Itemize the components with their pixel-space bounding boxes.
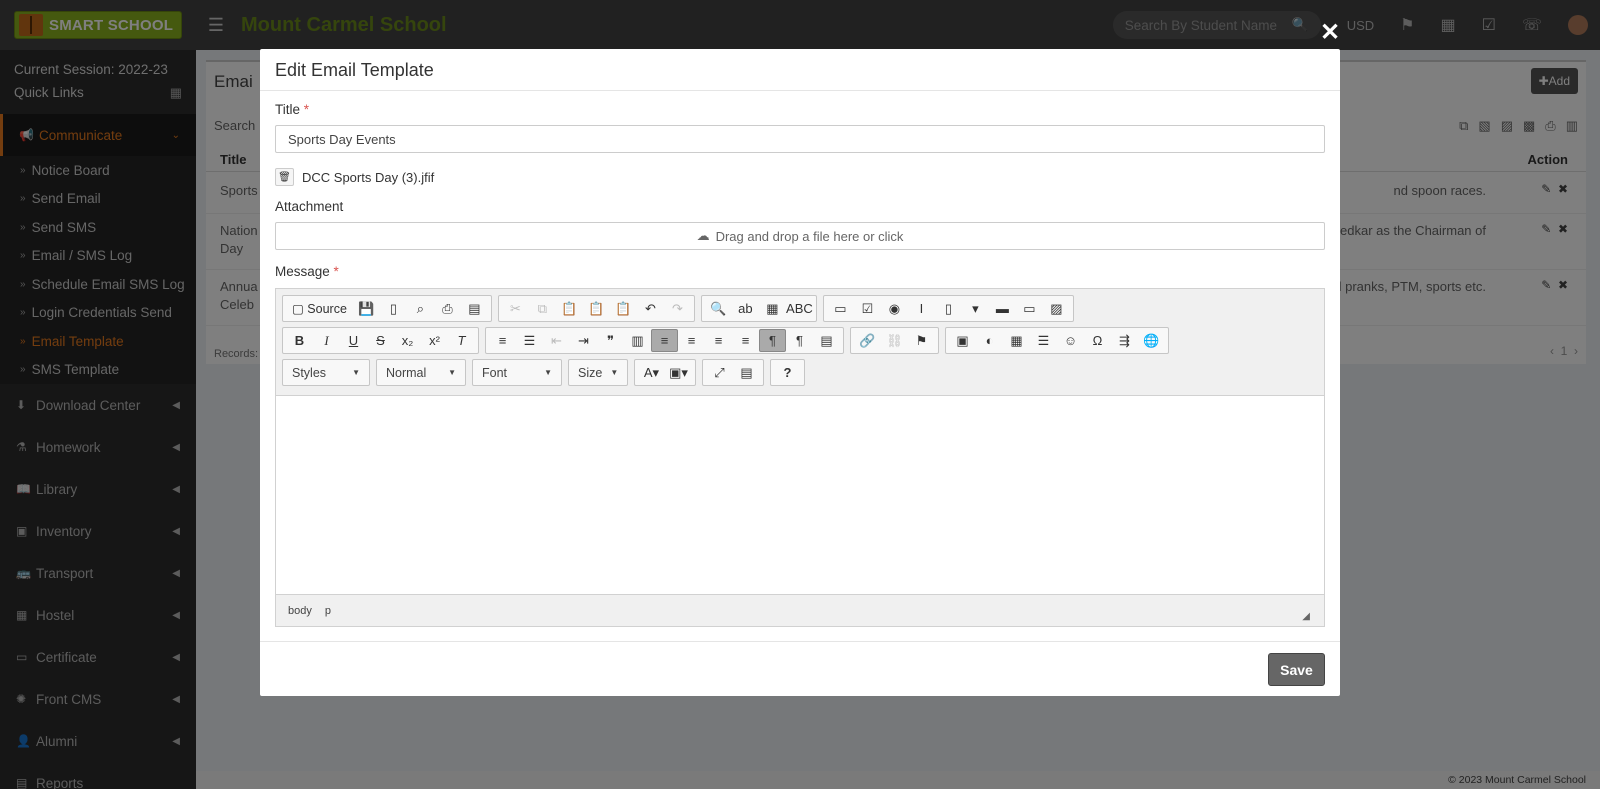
- new-page-icon[interactable]: ▯: [380, 297, 407, 320]
- title-label: Title *: [275, 102, 310, 117]
- align-left-icon[interactable]: ≡: [651, 329, 678, 352]
- source-button[interactable]: ▢ Source: [286, 297, 353, 320]
- source-icon: ▢: [292, 302, 304, 316]
- text-color-icon[interactable]: A▾: [638, 361, 665, 384]
- path-p[interactable]: p: [325, 605, 331, 617]
- title-input[interactable]: Sports Day Events: [275, 125, 1325, 153]
- editor-path-bar: body p ◢: [276, 594, 1324, 626]
- italic-icon[interactable]: I: [313, 329, 340, 352]
- remove-format-icon[interactable]: T: [448, 329, 475, 352]
- save-doc-icon[interactable]: 💾: [353, 297, 380, 320]
- copy-icon[interactable]: ⧉: [529, 297, 556, 320]
- font-dropdown[interactable]: Font ▼: [472, 359, 562, 386]
- styles-dropdown[interactable]: Styles ▼: [282, 359, 370, 386]
- redo-icon[interactable]: ↷: [664, 297, 691, 320]
- select-field-icon[interactable]: ▾: [962, 297, 989, 320]
- rich-text-editor: ▢ Source 💾 ▯ ⌕ ⎙ ▤ ✂ ⧉ 📋 📋 📋 ↶ ↷ 🔍 ab ▦ …: [275, 288, 1325, 627]
- align-center-icon[interactable]: ≡: [678, 329, 705, 352]
- rtl-icon[interactable]: ¶: [786, 329, 813, 352]
- anchor-flag-icon[interactable]: ⚑: [908, 329, 935, 352]
- blockquote-icon[interactable]: ❞: [597, 329, 624, 352]
- caret-down-icon: ▼: [448, 368, 456, 377]
- show-blocks-icon[interactable]: ▤: [733, 361, 760, 384]
- flash-icon[interactable]: ◐: [976, 329, 1003, 352]
- paste-icon[interactable]: 📋: [556, 297, 583, 320]
- outdent-icon[interactable]: ⇤: [543, 329, 570, 352]
- caret-down-icon: ▼: [352, 368, 360, 377]
- file-dropzone[interactable]: ☁ Drag and drop a file here or click: [275, 222, 1325, 250]
- message-label: Message *: [275, 264, 339, 279]
- numbered-list-icon[interactable]: ≡: [489, 329, 516, 352]
- language-icon[interactable]: ▤: [813, 329, 840, 352]
- modal-footer: Save: [260, 641, 1340, 696]
- attached-file: 🗑 DCC Sports Day (3).jfif: [275, 168, 434, 186]
- close-icon[interactable]: ✕: [1320, 18, 1340, 47]
- paste-text-icon[interactable]: 📋: [583, 297, 610, 320]
- maximize-icon[interactable]: ⤢: [706, 361, 733, 384]
- underline-icon[interactable]: U: [340, 329, 367, 352]
- subscript-icon[interactable]: x₂: [394, 329, 421, 352]
- link-icon[interactable]: 🔗: [854, 329, 881, 352]
- help-icon[interactable]: ?: [774, 361, 801, 384]
- paste-word-icon[interactable]: 📋: [610, 297, 637, 320]
- hidden-field-icon[interactable]: ▨: [1043, 297, 1070, 320]
- preview-icon[interactable]: ⌕: [407, 297, 434, 320]
- form-icon[interactable]: ▭: [827, 297, 854, 320]
- ltr-icon[interactable]: ¶: [759, 329, 786, 352]
- image-button-icon[interactable]: ▭: [1016, 297, 1043, 320]
- smiley-icon[interactable]: ☺: [1057, 329, 1084, 352]
- required-star: *: [333, 264, 339, 279]
- editor-content-area[interactable]: [276, 396, 1324, 594]
- textfield-icon[interactable]: I: [908, 297, 935, 320]
- edit-email-template-modal: Edit Email Template Title * Sports Day E…: [260, 49, 1340, 696]
- horizontal-line-icon[interactable]: ☰: [1030, 329, 1057, 352]
- select-all-icon[interactable]: ▦: [759, 297, 786, 320]
- path-body[interactable]: body: [288, 605, 312, 617]
- align-right-icon[interactable]: ≡: [705, 329, 732, 352]
- cut-icon[interactable]: ✂: [502, 297, 529, 320]
- textarea-icon[interactable]: ▯: [935, 297, 962, 320]
- bold-icon[interactable]: B: [286, 329, 313, 352]
- print-icon[interactable]: ⎙: [434, 297, 461, 320]
- strikethrough-icon[interactable]: S: [367, 329, 394, 352]
- size-dropdown[interactable]: Size ▼: [568, 359, 628, 386]
- find-icon[interactable]: 🔍: [705, 297, 732, 320]
- required-star: *: [303, 102, 310, 117]
- unlink-icon[interactable]: ⛓: [881, 329, 908, 352]
- bg-color-icon[interactable]: ▣▾: [665, 361, 692, 384]
- modal-title: Edit Email Template: [260, 49, 1340, 91]
- file-name: DCC Sports Day (3).jfif: [302, 169, 435, 185]
- justify-icon[interactable]: ≡: [732, 329, 759, 352]
- editor-toolbar: ▢ Source 💾 ▯ ⌕ ⎙ ▤ ✂ ⧉ 📋 📋 📋 ↶ ↷ 🔍 ab ▦ …: [276, 289, 1324, 396]
- undo-icon[interactable]: ↶: [637, 297, 664, 320]
- caret-down-icon: ▼: [610, 368, 619, 377]
- div-container-icon[interactable]: ▥: [624, 329, 651, 352]
- resize-handle-icon[interactable]: ◢: [1302, 611, 1310, 622]
- replace-icon[interactable]: ab: [732, 297, 759, 320]
- trash-icon[interactable]: 🗑: [275, 168, 294, 186]
- page-break-icon[interactable]: ⇶: [1111, 329, 1138, 352]
- bulleted-list-icon[interactable]: ☰: [516, 329, 543, 352]
- table-icon[interactable]: ▦: [1003, 329, 1030, 352]
- button-field-icon[interactable]: ▬: [989, 297, 1016, 320]
- spellcheck-icon[interactable]: ABC: [786, 297, 813, 320]
- special-char-icon[interactable]: Ω: [1084, 329, 1111, 352]
- radio-icon[interactable]: ◉: [881, 297, 908, 320]
- format-dropdown[interactable]: Normal ▼: [376, 359, 466, 386]
- caret-down-icon: ▼: [544, 368, 552, 377]
- cloud-upload-icon: ☁: [696, 228, 710, 243]
- image-icon[interactable]: ▣: [949, 329, 976, 352]
- attachment-label: Attachment: [275, 199, 344, 214]
- indent-icon[interactable]: ⇥: [570, 329, 597, 352]
- save-button[interactable]: Save: [1268, 653, 1325, 686]
- superscript-icon[interactable]: x²: [421, 329, 448, 352]
- checkbox-icon[interactable]: ☑: [854, 297, 881, 320]
- templates-icon[interactable]: ▤: [461, 297, 488, 320]
- iframe-globe-icon[interactable]: 🌐: [1138, 329, 1165, 352]
